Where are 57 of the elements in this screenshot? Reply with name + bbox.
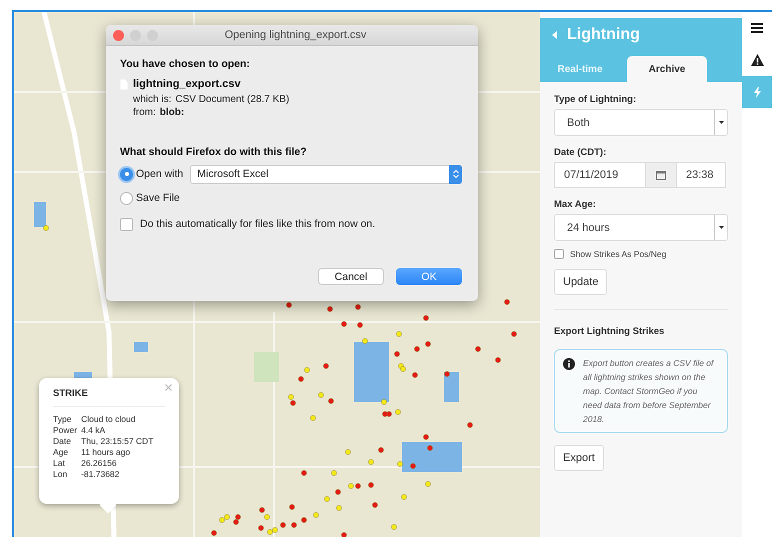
radio-button[interactable] <box>120 192 133 204</box>
dialog-title: Opening lightning_export.csv <box>224 29 368 41</box>
field-value: Cloud to cloud <box>81 414 136 424</box>
field-label: Max Age: <box>554 199 597 210</box>
field-label: Lon <box>53 469 68 479</box>
file-name: lightning_export.csv <box>133 78 241 90</box>
field-value: 4.4 kA <box>81 425 106 435</box>
close-icon[interactable] <box>113 30 124 40</box>
section-heading: Export Lightning Strikes <box>554 326 666 337</box>
lightning-bolt-icon <box>754 86 760 98</box>
from-label: from: <box>133 107 156 118</box>
checkbox-label[interactable]: Show Strikes As Pos/Neg <box>570 249 666 259</box>
document-icon <box>120 78 128 90</box>
checkbox[interactable] <box>554 249 564 259</box>
tab[interactable]: Archive <box>627 56 707 82</box>
calendar-icon <box>656 170 666 180</box>
warning-icon <box>750 54 764 66</box>
popup-title: STRIKE <box>53 388 165 407</box>
time-field[interactable]: 23:38 <box>676 162 726 188</box>
field-label: Age <box>53 447 70 457</box>
calendar-button[interactable] <box>646 162 676 188</box>
export-button[interactable]: Export <box>554 445 604 471</box>
field-label: Type of Lightning: <box>554 94 638 105</box>
field-value: -81.73682 <box>81 469 120 479</box>
checkbox[interactable] <box>120 218 133 230</box>
field-value: 26.26156 <box>81 458 118 468</box>
option-label[interactable]: Open with <box>136 168 184 180</box>
type-value: CSV Document (28.7 KB) <box>175 94 290 105</box>
dialog-heading: You have chosen to open: <box>120 58 251 70</box>
stepper-icon <box>452 169 458 179</box>
panel-title: Lightning <box>567 26 640 44</box>
from-value: blob: <box>160 107 184 118</box>
update-button[interactable]: Update <box>554 269 608 295</box>
info-text: Export button creates a CSV file of all lightning strikes shown on the map. Contact StormGeo if you need data from before September 2018. <box>583 357 715 426</box>
checkbox-label[interactable]: Do this automatically for files like this from now on. <box>140 218 376 230</box>
field-value: 11 hours ago <box>81 447 132 457</box>
collapse-arrow-icon[interactable] <box>552 31 557 39</box>
field-value: Thu, 23:15:57 CDT <box>81 436 154 446</box>
field-label: Date <box>53 436 72 446</box>
close-icon[interactable] <box>165 384 172 391</box>
info-icon <box>563 358 575 370</box>
lightning-type-select[interactable]: Both <box>554 109 728 136</box>
cancel-button[interactable]: Cancel <box>318 268 384 285</box>
option-label[interactable]: Save File <box>136 192 180 204</box>
field-label: Lat <box>53 458 66 468</box>
field-label: Type <box>53 414 72 424</box>
field-label: Power <box>53 425 78 435</box>
type-label: which is: <box>133 94 172 105</box>
select-caret-icon <box>718 226 724 229</box>
application-select[interactable]: Microsoft Excel <box>190 164 462 184</box>
max-age-select[interactable]: 24 hours <box>554 214 728 241</box>
dialog-question: What should Firefox do with this file? <box>120 146 308 158</box>
radio-button[interactable] <box>120 168 133 180</box>
date-field[interactable]: 07/11/2019 <box>554 162 646 188</box>
select-caret-icon <box>718 121 724 124</box>
field-label: Date (CDT): <box>554 147 608 158</box>
menu-icon <box>751 23 763 33</box>
